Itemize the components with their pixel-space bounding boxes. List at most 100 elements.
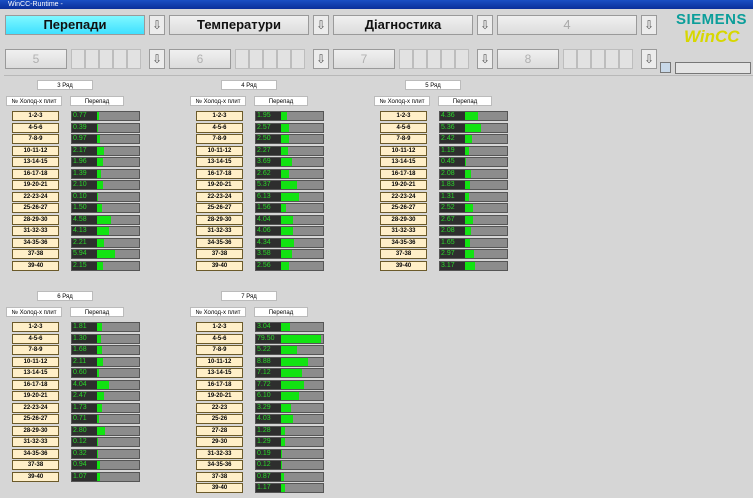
plate-label: 28-29-30: [12, 425, 59, 436]
header-drop: Перепад: [254, 96, 308, 106]
nav-tab-8[interactable]: 8 ⇩: [497, 49, 657, 69]
drop-fill: [281, 261, 289, 270]
drop-value: 3.69: [257, 158, 271, 165]
drop-value: 0.45: [441, 158, 455, 165]
plate-label: 16-17-18: [12, 379, 59, 390]
arrow-down-icon[interactable]: ⇩: [149, 15, 165, 35]
value-box: 1.65: [440, 238, 465, 247]
drop-fill: [97, 449, 98, 458]
arrow-down-icon[interactable]: ⇩: [477, 49, 493, 69]
value-box: 2.97: [440, 250, 465, 258]
drop-fill: [281, 204, 286, 212]
drop-bar: 0.97: [71, 134, 140, 144]
drop-fill: [281, 415, 294, 423]
tab-drops-button[interactable]: Перепади: [5, 15, 145, 35]
tab-6-button[interactable]: 6: [169, 49, 231, 69]
drop-fill: [465, 261, 475, 270]
panel-row: 22-23 3.29: [196, 402, 326, 413]
drop-fill: [281, 192, 300, 201]
plate-label: 34-35-36: [380, 237, 427, 248]
drop-fill: [97, 392, 105, 400]
drop-bar: 1.50: [71, 203, 140, 213]
tab-5-button[interactable]: 5: [5, 49, 67, 69]
drop-fill: [465, 181, 471, 189]
drop-value: 2.15: [73, 261, 87, 269]
plate-label: 13-14-15: [12, 368, 59, 378]
drop-fill: [97, 438, 98, 446]
tab-4-button[interactable]: 4: [497, 15, 637, 35]
tab-temperatures-button[interactable]: Температури: [169, 15, 309, 35]
value-box: 2.11: [72, 357, 97, 366]
tab-diagnostics-button[interactable]: Діагностика: [333, 15, 473, 35]
nav-tab-7[interactable]: 7 ⇩: [333, 49, 493, 69]
window-title-bar: WinCC-Runtime -: [0, 0, 753, 9]
header-plates: № Холод-х плит: [6, 96, 62, 106]
plate-label: 4-5-6: [12, 333, 59, 344]
drop-value: 7.12: [257, 369, 271, 376]
drop-fill: [97, 369, 99, 377]
plate-label: 13-14-15: [380, 157, 427, 167]
drop-bar: 4.04: [255, 214, 324, 225]
panel-row: 10-11-12 2.17: [12, 145, 142, 156]
arrow-down-icon[interactable]: ⇩: [313, 49, 329, 69]
drop-value: 0.87: [257, 472, 271, 480]
drop-fill: [97, 238, 104, 247]
panel-row: 7-8-9 2.42: [380, 134, 510, 144]
drop-fill: [281, 323, 291, 331]
drop-bar: 1.65: [439, 237, 508, 248]
drop-bar: 2.47: [71, 391, 140, 401]
drop-value: 5.37: [257, 181, 271, 188]
drop-bar: 2.08: [439, 168, 508, 179]
drop-fill: [465, 215, 473, 224]
arrow-down-icon[interactable]: ⇩: [641, 49, 657, 69]
value-box: 4.04: [72, 380, 97, 389]
nav-tab-drops[interactable]: Перепади ⇩: [5, 15, 165, 35]
tab-7-button[interactable]: 7: [333, 49, 395, 69]
tab-8-button[interactable]: 8: [497, 49, 559, 69]
plate-label: 13-14-15: [12, 157, 59, 167]
panel-row: 19-20-21 2.47: [12, 391, 142, 401]
drop-fill: [281, 250, 292, 258]
plate-label: 10-11-12: [12, 145, 59, 156]
plate-label: 37-38: [380, 249, 427, 259]
panel-row: 27-28 1.28: [196, 425, 326, 436]
panel-row: 10-11-12 2.11: [12, 356, 142, 367]
plate-label: 22-23-24: [380, 191, 427, 202]
drop-bar: 2.21: [71, 237, 140, 248]
drop-fill: [97, 415, 100, 423]
nav-tab-6[interactable]: 6 ⇩: [169, 49, 329, 69]
drop-value: 1.73: [73, 403, 87, 411]
arrow-down-icon[interactable]: ⇩: [641, 15, 657, 35]
value-box: 2.10: [72, 181, 97, 189]
arrow-down-icon[interactable]: ⇩: [477, 15, 493, 35]
drop-bar: 1.96: [71, 157, 140, 167]
value-box: 1.39: [72, 169, 97, 178]
panel-row: 31-32-33 4.13: [12, 226, 142, 236]
panel-row: 7-8-9 0.97: [12, 134, 142, 144]
drop-value: 6.13: [257, 192, 271, 200]
plate-label: 29-30: [196, 437, 243, 447]
drop-value: 2.42: [441, 135, 455, 142]
nav-tab-diagnostics[interactable]: Діагностика ⇩: [333, 15, 493, 35]
keyboard-icon[interactable]: [660, 62, 671, 73]
nav-tab-temperatures[interactable]: Температури ⇩: [169, 15, 329, 35]
panel-row: 37-38 2.97: [380, 249, 510, 259]
nav-tab-5[interactable]: 5 ⇩: [5, 49, 165, 69]
panel-row: 22-23-24 0.10: [12, 191, 142, 202]
drop-bar: 2.67: [439, 214, 508, 225]
nav-tab-4[interactable]: 4 ⇩: [497, 15, 657, 35]
drop-fill: [281, 346, 297, 354]
plate-label: 10-11-12: [196, 356, 243, 367]
drop-bar: 5.22: [255, 345, 324, 355]
value-box: 2.17: [72, 146, 97, 155]
drop-fill: [281, 215, 294, 224]
drop-bar: 3.58: [255, 249, 324, 259]
arrow-down-icon[interactable]: ⇩: [313, 15, 329, 35]
drop-bar: 2.62: [255, 168, 324, 179]
arrow-down-icon[interactable]: ⇩: [149, 49, 165, 69]
drop-bar: 2.17: [71, 145, 140, 156]
drop-bar: 2.50: [255, 134, 324, 144]
plate-label: 37-38: [12, 249, 59, 259]
drop-fill: [281, 369, 303, 377]
panel-row: 4-5-6 1.30: [12, 333, 142, 344]
